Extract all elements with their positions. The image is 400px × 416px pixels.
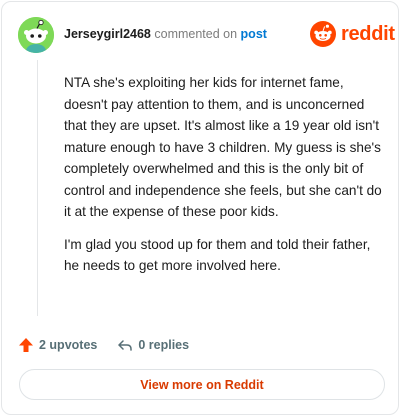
upvote-count: 2 upvotes — [39, 338, 98, 352]
commented-on-text: commented on — [154, 27, 238, 41]
reply-arrow-icon[interactable] — [117, 337, 133, 353]
upvote-arrow-icon[interactable] — [18, 337, 34, 353]
upvote-action[interactable]: 2 upvotes — [18, 337, 97, 353]
thread-line — [37, 60, 38, 316]
snoo-avatar-icon — [18, 17, 54, 53]
comment-body: NTA she's exploiting her kids for intern… — [64, 72, 386, 288]
comment-paragraph-1: NTA she's exploiting her kids for intern… — [64, 75, 382, 219]
user-avatar[interactable] — [18, 17, 54, 53]
comment-header: Jerseygirl2468 commented on post reddit — [18, 17, 395, 53]
comment-meta: Jerseygirl2468 commented on post — [64, 27, 267, 41]
reply-count: 0 replies — [138, 338, 190, 352]
comment-embed-card: Jerseygirl2468 commented on post reddit … — [1, 1, 399, 415]
post-link[interactable]: post — [241, 27, 267, 41]
comment-actions: 2 upvotes 0 replies — [18, 335, 209, 355]
reddit-logo[interactable]: reddit — [310, 19, 395, 49]
comment-paragraph-2: I'm glad you stood up for them and told … — [64, 236, 371, 274]
reddit-logo-text: reddit — [341, 22, 395, 45]
reply-action[interactable]: 0 replies — [117, 337, 189, 353]
view-more-button[interactable]: View more on Reddit — [19, 369, 385, 400]
username[interactable]: Jerseygirl2468 — [64, 27, 151, 41]
reddit-logo-icon — [310, 21, 336, 47]
